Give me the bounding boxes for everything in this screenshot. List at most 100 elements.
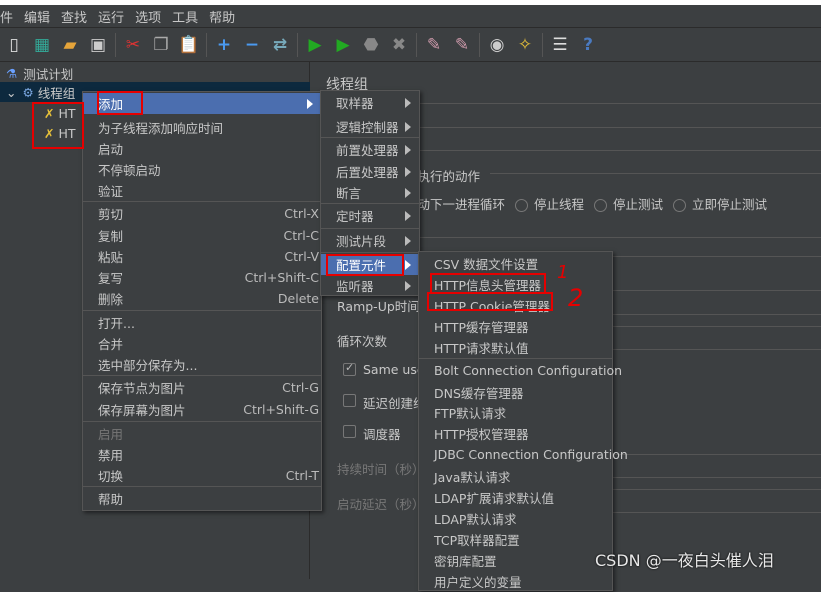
cfg-item[interactable]: 密钥库配置 <box>419 550 612 571</box>
delay-create-checkbox[interactable] <box>343 394 356 407</box>
radio-button[interactable] <box>673 199 687 212</box>
radio-stop-test[interactable]: 停止测试 <box>613 197 663 212</box>
add-item[interactable]: 监听器 <box>321 275 419 296</box>
menu-item-label: 断言 <box>336 186 362 201</box>
ctx-item[interactable]: 粘贴 Ctrl-V <box>83 246 321 267</box>
menu-item-label: 复写 <box>98 271 124 286</box>
function-helper-icon[interactable]: ☰ <box>549 34 571 56</box>
add-item[interactable]: 断言 <box>321 182 419 203</box>
ctx-item[interactable]: 打开... <box>83 312 321 333</box>
ctx-item[interactable]: 不停顿启动 <box>83 159 321 180</box>
ctx-item[interactable]: 选中部分保存为... <box>83 354 321 375</box>
ctx-item[interactable]: 复写 Ctrl+Shift-C <box>83 267 321 288</box>
toolbar-separator <box>479 32 480 57</box>
radio-stop-thread[interactable]: 停止线程 <box>534 197 584 212</box>
copy-icon[interactable]: ❐ <box>150 34 172 56</box>
start-no-pause-icon[interactable]: ▶ <box>332 34 354 56</box>
menu-0[interactable]: 件 <box>0 7 13 26</box>
menu-item-label: 启用 <box>98 427 124 442</box>
menu-1[interactable]: 编辑 <box>24 7 50 26</box>
submenu-arrow-icon <box>405 259 411 270</box>
cfg-item[interactable]: Bolt Connection Configuration <box>419 360 622 381</box>
shortcut-label: Ctrl-T <box>285 468 319 483</box>
menu-item-label: 合并 <box>98 337 124 352</box>
cfg-item[interactable]: Java默认请求 <box>419 466 612 487</box>
clear-all-icon[interactable]: ✎ <box>451 34 473 56</box>
menu-5[interactable]: 工具 <box>172 7 198 26</box>
menu-4[interactable]: 选项 <box>135 7 161 26</box>
menu-item-label: 逻辑控制器 <box>336 120 399 135</box>
cfg-item[interactable]: TCP取样器配置 <box>419 529 612 550</box>
clear-icon[interactable]: ✎ <box>423 34 445 56</box>
ctx-item[interactable]: 保存屏幕为图片 Ctrl+Shift-G <box>83 399 321 420</box>
save-icon[interactable]: ▣ <box>87 34 109 56</box>
new-icon[interactable]: ▯ <box>3 34 25 56</box>
cfg-item[interactable]: FTP默认请求 <box>419 402 612 423</box>
add-item[interactable]: 前置处理器 <box>321 139 419 160</box>
menu-2[interactable]: 查找 <box>61 7 87 26</box>
tree-item-test-plan[interactable]: ⚗ 测试计划 <box>6 63 73 83</box>
ctx-item[interactable]: 为子线程添加响应时间 <box>83 117 321 138</box>
add-item[interactable]: 测试片段 <box>321 230 419 251</box>
cfg-item[interactable]: LDAP默认请求 <box>419 508 612 529</box>
toggle-icon[interactable]: ⇄ <box>269 34 291 56</box>
menu-separator <box>419 358 612 359</box>
expand-icon[interactable]: + <box>213 34 235 56</box>
shutdown-icon[interactable]: ✖ <box>388 34 410 56</box>
menu-separator <box>83 486 321 487</box>
reset-search-icon[interactable]: ✧ <box>514 34 536 56</box>
cfg-item[interactable]: 用户定义的变量 <box>419 571 612 592</box>
paste-icon[interactable]: 📋 <box>178 34 200 56</box>
cfg-item[interactable]: CSV 数据文件设置 <box>419 253 612 274</box>
search-icon[interactable]: ◉ <box>486 34 508 56</box>
cfg-item[interactable]: HTTP请求默认值 <box>419 337 612 358</box>
check-icon: ✓ <box>345 361 355 374</box>
ctx-item[interactable]: 复制 Ctrl-C <box>83 225 321 246</box>
ctx-item[interactable]: 启动 <box>83 138 321 159</box>
menu-item-label: 粘贴 <box>98 250 124 265</box>
help-icon[interactable]: ? <box>577 34 599 56</box>
add-item[interactable]: 取样器 <box>321 92 419 113</box>
chevron-down-icon[interactable]: ⌄ <box>6 85 16 100</box>
cfg-item[interactable]: HTTP缓存管理器 <box>419 316 612 337</box>
menu-separator <box>321 252 419 253</box>
radio-stop-now[interactable]: 立即停止测试 <box>692 197 767 212</box>
add-item[interactable]: 后置处理器 <box>321 161 419 182</box>
ctx-item[interactable]: 删除 Delete <box>83 288 321 309</box>
menu-item-label: 为子线程添加响应时间 <box>98 121 224 136</box>
context-menu: 添加 为子线程添加响应时间 启动 不停顿启动 验证 剪切 Ctrl-X 复制 Ctrl-C 粘贴 C… <box>82 91 322 511</box>
loops-label: 循环次数 <box>337 334 388 349</box>
collapse-icon[interactable]: − <box>241 34 263 56</box>
add-item[interactable]: 定时器 <box>321 205 419 226</box>
shortcut-label: Delete <box>277 291 319 306</box>
ctx-item[interactable]: 帮助 <box>83 488 321 509</box>
cfg-item[interactable]: HTTP授权管理器 <box>419 423 612 444</box>
open-icon[interactable]: ▰ <box>59 34 81 56</box>
start-icon[interactable]: ▶ <box>304 34 326 56</box>
cfg-item[interactable]: DNS缓存管理器 <box>419 382 612 403</box>
cut-icon[interactable]: ✂ <box>122 34 144 56</box>
templates-icon[interactable]: ▦ <box>31 34 53 56</box>
action-options: 启动下一进程循环 停止线程 停止测试 立即停止测试 <box>405 194 767 213</box>
ctx-item[interactable]: 合并 <box>83 333 321 354</box>
cfg-item[interactable]: LDAP扩展请求默认值 <box>419 487 612 508</box>
ctx-item[interactable]: 剪切 Ctrl-X <box>83 203 321 224</box>
menu-item-label: 密钥库配置 <box>434 554 497 569</box>
add-item[interactable]: 逻辑控制器 <box>321 116 419 137</box>
shortcut-label: Ctrl-V <box>284 249 319 264</box>
scheduler-checkbox[interactable] <box>343 425 356 438</box>
ctx-item[interactable]: 切换 Ctrl-T <box>83 465 321 486</box>
stop-icon[interactable]: ⬣ <box>360 34 382 56</box>
ctx-item[interactable]: 启用 <box>83 423 321 444</box>
ctx-item[interactable]: 禁用 <box>83 444 321 465</box>
menu-3[interactable]: 运行 <box>98 7 124 26</box>
menu-item-label: LDAP默认请求 <box>434 512 517 527</box>
radio-next-loop[interactable]: 启动下一进程循环 <box>405 197 505 212</box>
cfg-item[interactable]: JDBC Connection Configuration <box>419 444 628 465</box>
ctx-item[interactable]: 验证 <box>83 180 321 201</box>
same-user-checkbox[interactable]: ✓ <box>343 361 356 376</box>
ctx-item[interactable]: 保存节点为图片 Ctrl-G <box>83 377 321 398</box>
radio-button[interactable] <box>515 199 529 212</box>
menu-6[interactable]: 帮助 <box>209 7 235 26</box>
radio-button[interactable] <box>594 199 608 212</box>
